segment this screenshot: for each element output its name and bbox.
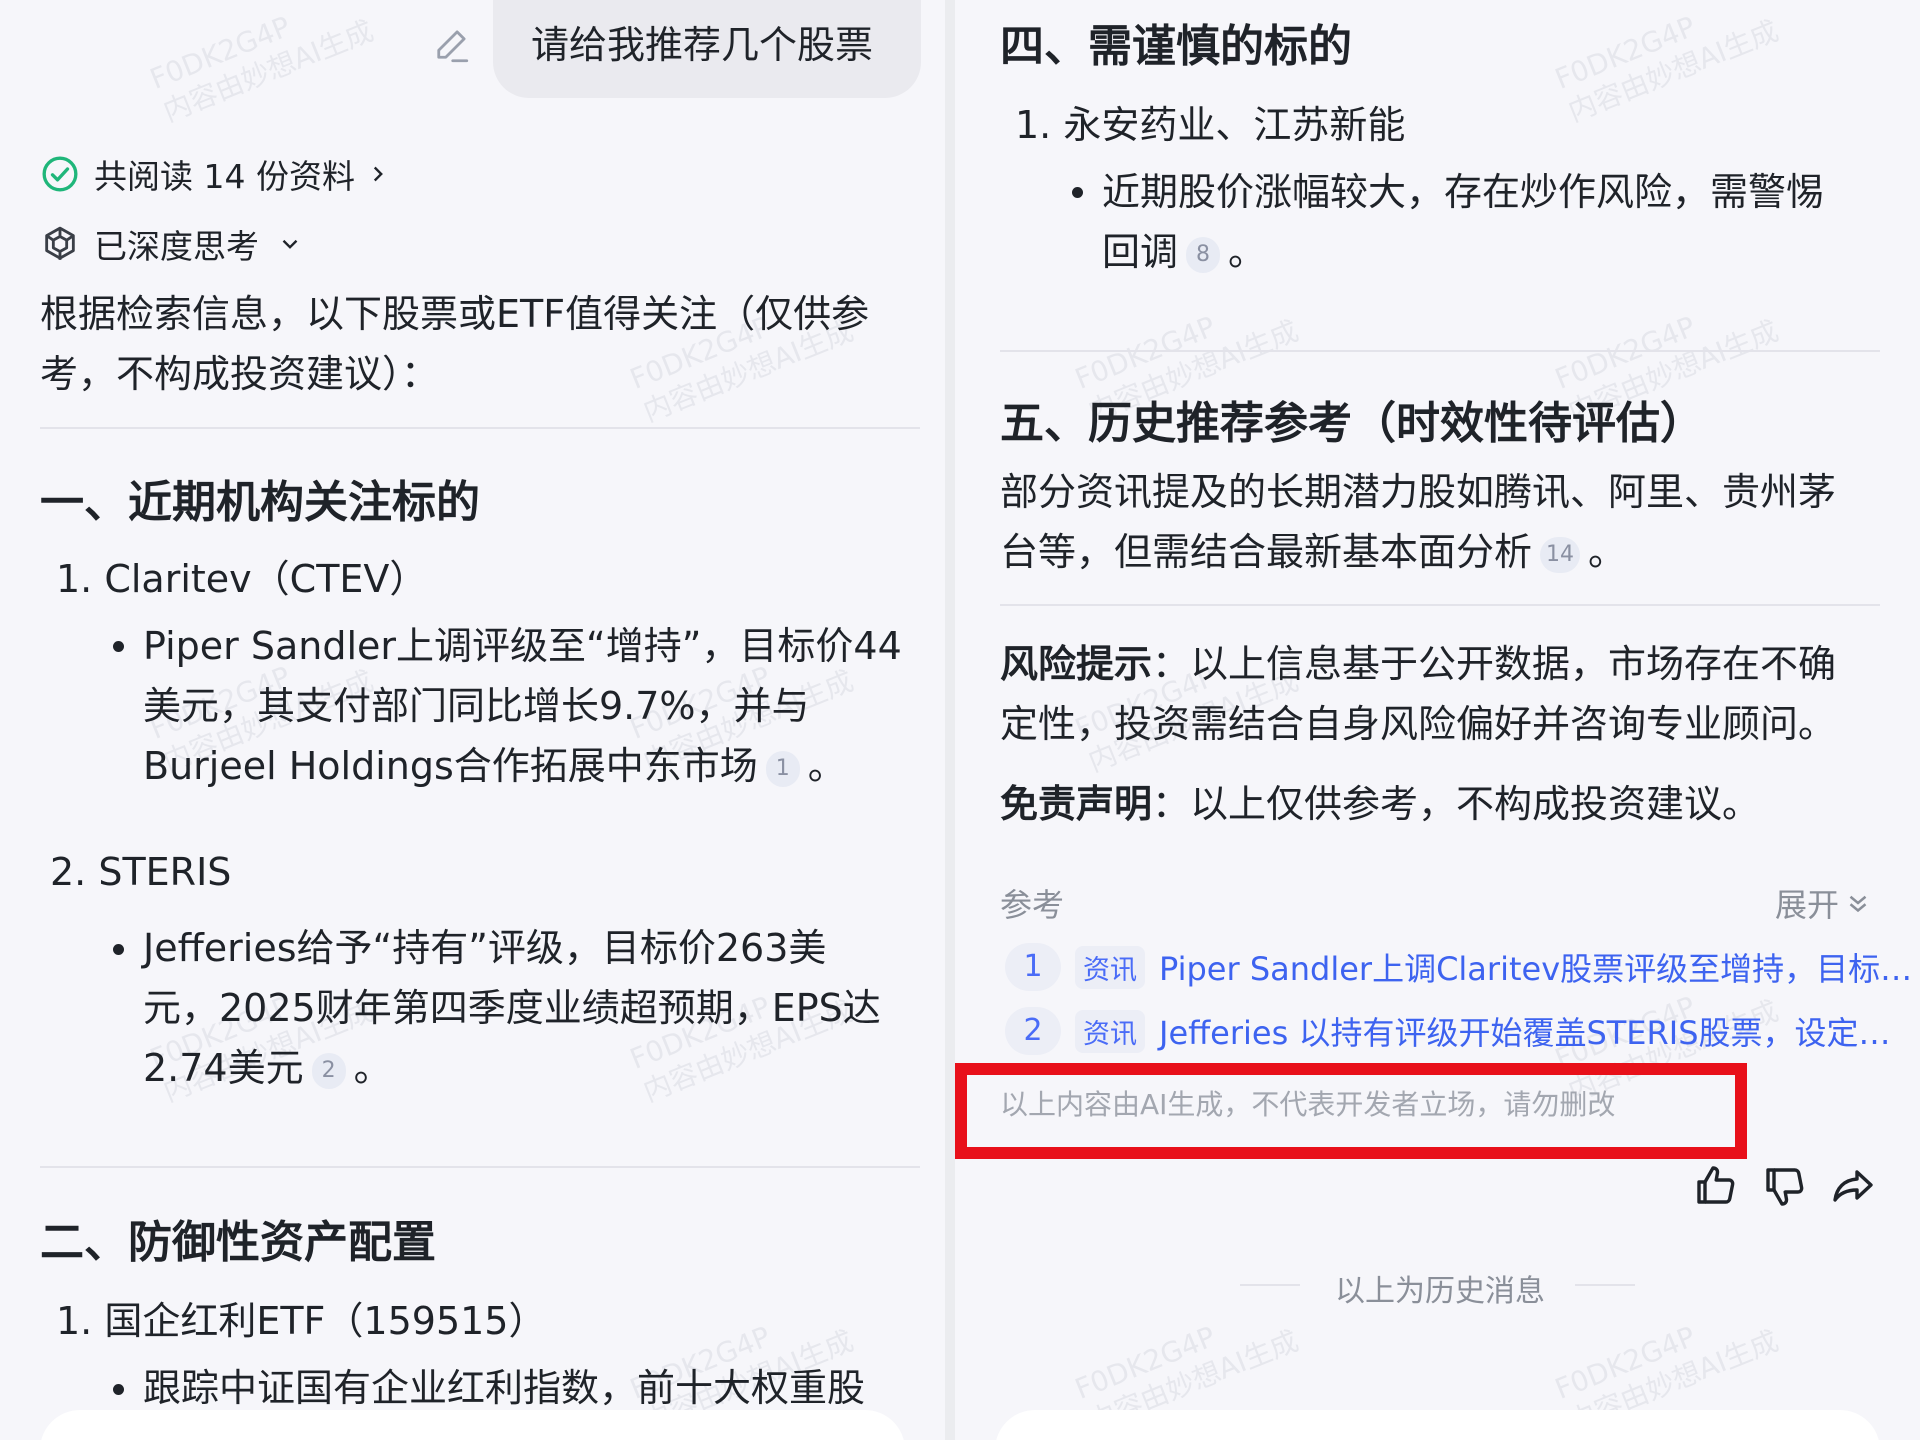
deep-thought-label: 已深度思考: [94, 227, 259, 266]
history-divider-line: [1575, 1284, 1635, 1286]
reference-item[interactable]: 1 资讯 Piper Sandler上调Claritev股票评级至增持，目标…: [1005, 943, 1912, 991]
divider: [40, 1166, 920, 1168]
reference-title: Jefferies 以持有评级开始覆盖STERIS股票，设定…: [1159, 1014, 1891, 1052]
right-chat-panel: F0DK2G4P 内容由妙想AI生成 F0DK2G4P 内容由妙想AI生成 F0DK…: [955, 0, 1920, 1440]
chevron-down-icon: [282, 239, 298, 249]
reference-title: Piper Sandler上调Claritev股票评级至增持，目标…: [1159, 950, 1913, 988]
risk-notice: 风险提示：以上信息基于公开数据，市场存在不确 定性，投资需结合自身风险偏好并咨询…: [1000, 642, 1837, 746]
bullet: [113, 641, 124, 652]
intro-text: 根据检索信息，以下股票或ETF值得关注（仅供参 考，不构成投资建议）：: [40, 292, 870, 396]
history-label: 以上为历史消息: [1335, 1274, 1545, 1309]
cube-icon: [45, 226, 75, 260]
edit-icon[interactable]: [430, 24, 472, 66]
reference-item[interactable]: 2 资讯 Jefferies 以持有评级开始覆盖STERIS股票，设定…: [1005, 1007, 1891, 1055]
section-heading: 五、历史推荐参考（时效性待评估）: [1000, 398, 1704, 449]
expand-references-button[interactable]: 展开: [1775, 880, 1873, 926]
input-bar[interactable]: [40, 1410, 905, 1440]
ai-generated-notice: 以上内容由AI生成，不代表开发者立场，请勿删改: [1000, 1088, 1616, 1121]
history-divider-line: [1240, 1284, 1300, 1286]
deep-thought-toggle[interactable]: 已深度思考: [40, 220, 303, 268]
reference-tag: 资讯: [1075, 945, 1145, 989]
double-chevron-down-icon: [1849, 895, 1867, 913]
bullet: [1072, 187, 1083, 198]
thumbs-up-icon[interactable]: [1691, 1162, 1739, 1210]
divider: [1000, 350, 1880, 352]
stock-item-title: 1. 永安药业、江苏新能: [1015, 103, 1406, 147]
disclaimer: 免责声明：以上仅供参考，不构成投资建议。: [1000, 782, 1761, 826]
stock-item-title: 2. STERIS: [50, 850, 232, 894]
chevron-right-icon: [373, 166, 383, 182]
share-icon[interactable]: [1829, 1162, 1877, 1210]
bullet: [113, 1384, 124, 1395]
input-bar[interactable]: [995, 1410, 1880, 1440]
watermark: F0DK2G4P 内容由妙想AI生成: [145, 9, 379, 129]
stock-item-detail: 近期股价涨幅较大，存在炒作风险，需警惕 回调 8。: [1102, 170, 1825, 274]
citation-badge[interactable]: 8: [1186, 237, 1221, 273]
divider: [40, 427, 920, 429]
read-sources-toggle[interactable]: 共阅读 14 份资料: [40, 150, 391, 198]
watermark: F0DK2G4P 内容由妙想AI生成: [1550, 9, 1784, 129]
user-message-bubble: 请给我推荐几个股票: [493, 0, 921, 98]
section-heading: 四、需谨慎的标的: [1000, 21, 1352, 72]
section-heading: 二、防御性资产配置: [40, 1217, 436, 1268]
read-sources-label: 共阅读 14 份资料: [94, 157, 355, 196]
bullet: [113, 944, 124, 955]
check-circle-icon: [42, 156, 78, 192]
reference-tag: 资讯: [1075, 1009, 1145, 1053]
divider: [1000, 604, 1880, 606]
stock-item-detail: Jefferies给予“持有”评级，目标价263美 元，2025财年第四季度业绩…: [143, 926, 881, 1090]
citation-badge[interactable]: 2: [311, 1053, 346, 1089]
reference-number: 1: [1005, 943, 1061, 991]
section-heading: 一、近期机构关注标的: [40, 477, 480, 528]
history-text: 部分资讯提及的长期潜力股如腾讯、阿里、贵州茅 台等，但需结合最新基本面分析 14。: [1000, 470, 1837, 574]
references-label: 参考: [1000, 886, 1065, 924]
stock-item-detail: 跟踪中证国有企业红利指数，前十大权重股: [143, 1366, 866, 1410]
thumbs-down-icon[interactable]: [1760, 1162, 1808, 1210]
expand-label: 展开: [1775, 886, 1840, 924]
citation-badge[interactable]: 1: [765, 751, 800, 787]
reference-number: 2: [1005, 1007, 1061, 1055]
left-chat-panel: F0DK2G4P 内容由妙想AI生成 F0DK2G4P 内容由妙想AI生成 F0DK…: [0, 0, 945, 1440]
stock-item-title: 1. 国企红利ETF（159515）: [56, 1299, 547, 1343]
stock-item-title: 1. Claritev（CTEV）: [56, 557, 428, 601]
citation-badge[interactable]: 14: [1540, 537, 1581, 573]
stock-item-detail: Piper Sandler上调评级至“增持”，目标价44 美元，其支付部门同比增…: [143, 624, 902, 788]
